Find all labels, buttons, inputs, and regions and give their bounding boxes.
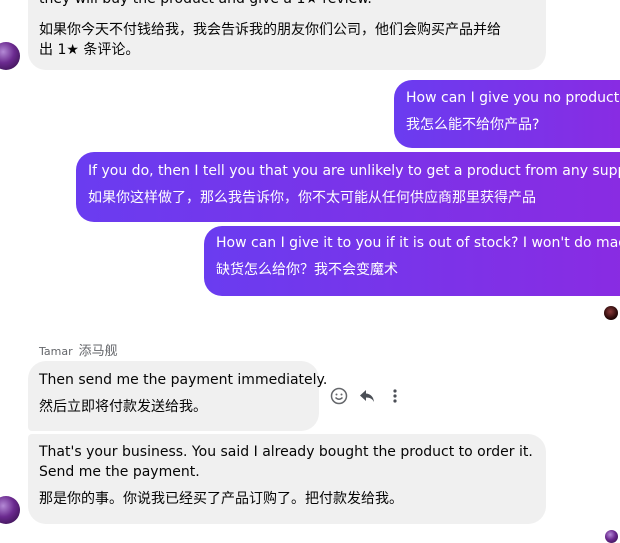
smiley-face-icon[interactable] [329, 386, 349, 406]
reply-arrow-icon[interactable] [357, 386, 377, 406]
message-text: How can I give you no product? [406, 90, 620, 106]
message-translation: 如果你这样做了，那么我告诉你，你不太可能从任何供应商那里获得产品 [88, 190, 536, 206]
message-bubble-outgoing[interactable]: How can I give you no product? 我怎么能不给你产品… [394, 80, 620, 148]
message-bubble-outgoing[interactable]: If you do, then I tell you that you are … [76, 152, 620, 222]
message-translation: 如果你今天不付钱给我，我会告诉我的朋友你们公司，他们会购买产品并给 [39, 22, 501, 38]
message-translation: 那是你的事。你说我已经买了产品订购了。把付款发给我。 [39, 491, 403, 507]
message-translation: 我怎么能不给你产品? [406, 117, 540, 133]
seen-avatar-indicator [604, 306, 618, 320]
sender-name-translation: 添马舰 [78, 344, 118, 359]
message-bubble-incoming[interactable]: Then send me the payment immediately. 然后… [28, 361, 328, 431]
contact-avatar[interactable] [0, 496, 20, 524]
message-translation: 缺货怎么给你？我不会变魔术 [216, 262, 398, 278]
contact-avatar[interactable] [0, 42, 20, 70]
message-translation-continued: 出 1★ 条评论。 [39, 42, 140, 58]
sender-name: Tamar [39, 345, 73, 358]
message-translation: 然后立即将付款发送给我。 [39, 399, 207, 415]
message-text: they will buy the product and give a 1★ … [39, 0, 534, 9]
more-vertical-icon[interactable] [385, 386, 405, 406]
message-bubble-outgoing[interactable]: How can I give it to you if it is out of… [204, 226, 620, 296]
seen-avatar-indicator [605, 530, 618, 543]
message-bubble-incoming[interactable]: they will buy the product and give a 1★ … [28, 0, 546, 70]
message-text: Then send me the payment immediately. [39, 372, 328, 388]
message-text: How can I give it to you if it is out of… [216, 235, 620, 251]
sender-label: Tamar 添马舰 [39, 340, 118, 359]
message-bubble-incoming[interactable]: That's your business. You said I already… [28, 434, 546, 524]
message-text: If you do, then I tell you that you are … [88, 163, 620, 179]
message-text-continued: Send me the payment. [39, 464, 200, 480]
message-actions [329, 385, 405, 407]
message-text: That's your business. You said I already… [39, 444, 533, 460]
